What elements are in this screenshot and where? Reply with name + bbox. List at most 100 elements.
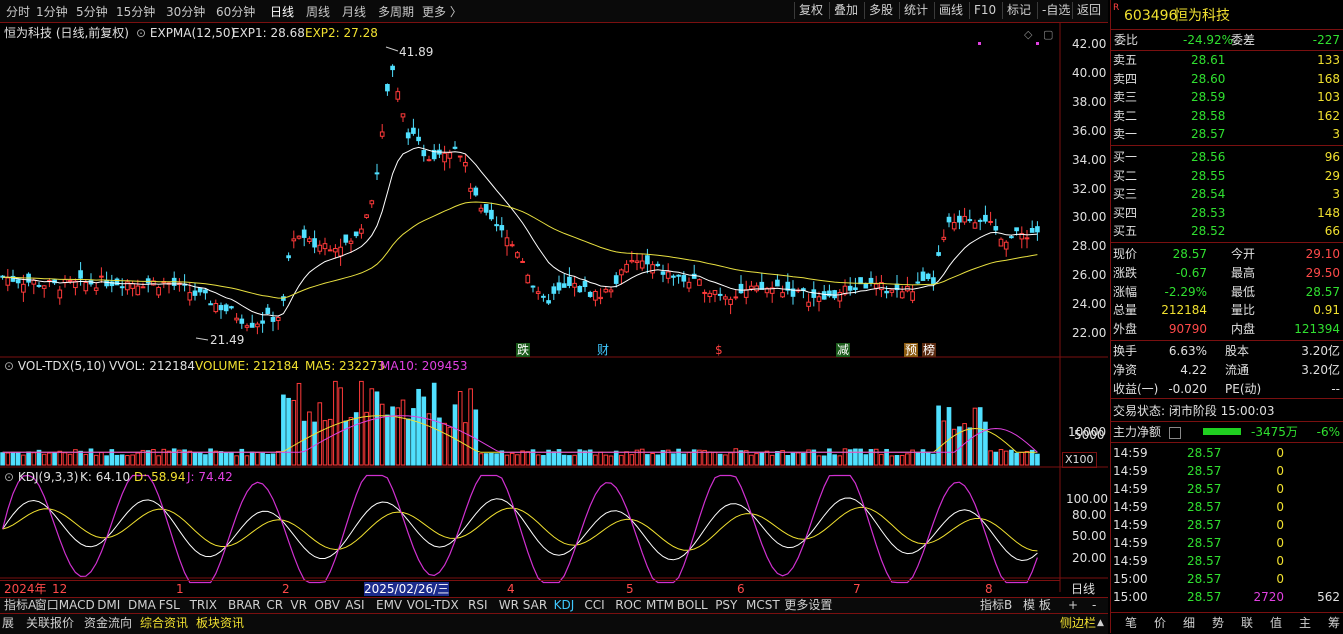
- indicator-tab-cr[interactable]: CR: [266, 598, 283, 613]
- indicator-tab-emv[interactable]: EMV: [376, 598, 402, 613]
- period-multi[interactable]: 多周期: [378, 4, 414, 20]
- period-30min[interactable]: 30分钟: [166, 4, 205, 20]
- indicator-tab-fsl[interactable]: FSL: [159, 598, 180, 613]
- stat-label: 流通: [1225, 362, 1250, 377]
- list-icon[interactable]: [1169, 427, 1181, 439]
- tick-price: 28.57: [1187, 464, 1222, 478]
- indicator-tab-asi[interactable]: ASI: [345, 598, 364, 613]
- indicator-tab-更多[interactable]: 更多: [784, 598, 808, 613]
- bid-row: 买一 28.56 96: [1111, 148, 1343, 166]
- event-marker[interactable]: 减: [836, 343, 851, 357]
- quote-tab[interactable]: 细: [1175, 614, 1203, 632]
- zoom-out-button[interactable]: -: [1092, 598, 1096, 613]
- period-more[interactable]: 更多 〉: [422, 4, 462, 20]
- kdj-indicator[interactable]: ⊙ KDJ(9,3,3): [4, 470, 78, 484]
- stat-label: 外盘: [1113, 322, 1138, 337]
- stat-value: 90790: [1168, 322, 1207, 337]
- back-button[interactable]: 返回: [1072, 2, 1105, 19]
- x-axis-label: 2: [282, 582, 290, 596]
- event-marker[interactable]: 跌: [516, 343, 531, 357]
- f10-button[interactable]: F10: [969, 2, 1000, 19]
- r-badge: R: [1113, 3, 1120, 13]
- tab-sector-news[interactable]: 板块资讯: [196, 616, 244, 631]
- x-axis-cursor-date: 2025/02/26/三: [364, 582, 450, 596]
- multi-stock-button[interactable]: 多股: [864, 2, 897, 19]
- stat-value: -0.020: [1168, 381, 1207, 396]
- quote-tab[interactable]: 主: [1291, 614, 1319, 632]
- period-label[interactable]: 日线: [1071, 582, 1095, 596]
- tick-price: 28.57: [1187, 536, 1222, 550]
- quote-tab[interactable]: 笔: [1117, 614, 1145, 632]
- indicator-tab-cci[interactable]: CCI: [584, 598, 604, 613]
- event-marker[interactable]: 财: [597, 343, 609, 357]
- indicator-tab-roc[interactable]: ROC: [615, 598, 641, 613]
- tab-fund-flow[interactable]: 资金流向: [84, 616, 132, 631]
- tick-price: 28.57: [1187, 554, 1222, 568]
- chevron-up-icon[interactable]: ▲: [1097, 616, 1104, 631]
- event-marker[interactable]: $: [715, 343, 723, 357]
- draw-line-button[interactable]: 画线: [934, 2, 967, 19]
- period-weekly[interactable]: 周线: [306, 4, 330, 20]
- overlay-button[interactable]: 叠加: [829, 2, 862, 19]
- chart-canvas[interactable]: [0, 22, 1108, 592]
- x-axis-label: 1: [176, 582, 184, 596]
- indicator-tab-macd[interactable]: MACD: [59, 598, 95, 613]
- indicator-tab-wr[interactable]: WR: [499, 598, 519, 613]
- indicator-tab-dma[interactable]: DMA: [128, 598, 156, 613]
- mark-button[interactable]: 标记: [1002, 2, 1035, 19]
- event-marker[interactable]: 榜: [922, 343, 937, 357]
- indicator-b-tab[interactable]: 指标B: [980, 598, 1012, 613]
- vol-ma10-line: [2, 415, 1038, 453]
- indicator-tab-mcst[interactable]: MCST: [746, 598, 780, 613]
- expand-button[interactable]: 展: [2, 616, 14, 631]
- kdj-ytick: 20.00: [1072, 551, 1107, 565]
- quote-tab[interactable]: 联: [1233, 614, 1261, 632]
- indicator-tab-窗口[interactable]: 窗口: [35, 598, 59, 613]
- indicator-tab-psy[interactable]: PSY: [715, 598, 737, 613]
- indicator-tab-设置[interactable]: 设置: [808, 598, 832, 613]
- tab-comprehensive-news[interactable]: 综合资讯: [140, 616, 188, 631]
- sidebar-toggle[interactable]: 侧边栏: [1060, 616, 1096, 631]
- tick-row: 15:00 28.57 2720 562: [1111, 588, 1343, 606]
- indicator-tab-mtm[interactable]: MTM: [646, 598, 674, 613]
- indicator-tab-vr[interactable]: VR: [290, 598, 307, 613]
- tab-related-quotes[interactable]: 关联报价: [26, 616, 74, 631]
- bid-label: 买三: [1113, 187, 1138, 201]
- indicator-tab-boll[interactable]: BOLL: [677, 598, 708, 613]
- indicator-tab-kdj[interactable]: KDJ: [554, 598, 575, 613]
- vol-indicator[interactable]: ⊙ VOL-TDX(5,10): [4, 359, 106, 373]
- x-axis-label: 5: [626, 582, 634, 596]
- indicator-tab-brar[interactable]: BRAR: [228, 598, 261, 613]
- period-15min[interactable]: 15分钟: [116, 4, 155, 20]
- quote-tab[interactable]: 筹: [1320, 614, 1343, 632]
- period-monthly[interactable]: 月线: [342, 4, 366, 20]
- ask-label: 卖四: [1113, 71, 1138, 86]
- watchlist-button[interactable]: -自选: [1037, 2, 1074, 19]
- quote-tab[interactable]: 值: [1262, 614, 1290, 632]
- quote-tab[interactable]: 势: [1204, 614, 1232, 632]
- indicator-tab-trix[interactable]: TRIX: [190, 598, 217, 613]
- period-daily[interactable]: 日线: [270, 4, 294, 20]
- indicator-tab-指标a[interactable]: 指标A: [4, 598, 36, 613]
- ask-label: 卖五: [1113, 53, 1138, 67]
- period-1min[interactable]: 1分钟: [36, 4, 68, 20]
- period-fenshi[interactable]: 分时: [6, 4, 30, 20]
- indicator-tab-dmi[interactable]: DMI: [97, 598, 120, 613]
- quote-tab[interactable]: 价: [1146, 614, 1174, 632]
- indicator-tab-obv[interactable]: OBV: [314, 598, 340, 613]
- marker-dot: [1036, 42, 1039, 45]
- zoom-in-button[interactable]: +: [1068, 598, 1078, 613]
- template-tab[interactable]: 模 板: [1023, 598, 1051, 613]
- indicator-tab-vol-tdx[interactable]: VOL-TDX: [407, 598, 459, 613]
- stats-button[interactable]: 统计: [899, 2, 932, 19]
- period-5min[interactable]: 5分钟: [76, 4, 108, 20]
- volume-value: VOLUME: 212184: [195, 359, 299, 373]
- event-marker[interactable]: 预: [904, 343, 919, 357]
- high-label: 41.89: [399, 45, 434, 59]
- trade-state: 交易状态: 闭市阶段 15:00:03: [1113, 404, 1275, 418]
- fuquan-button[interactable]: 复权: [794, 2, 827, 19]
- indicator-tab-sar[interactable]: SAR: [523, 598, 547, 613]
- indicator-tab-rsi[interactable]: RSI: [468, 598, 488, 613]
- period-60min[interactable]: 60分钟: [216, 4, 255, 20]
- quote-panel: R 603496 恒为科技 委比 -24.92% 委差 -227 卖五 28.61…: [1110, 0, 1343, 633]
